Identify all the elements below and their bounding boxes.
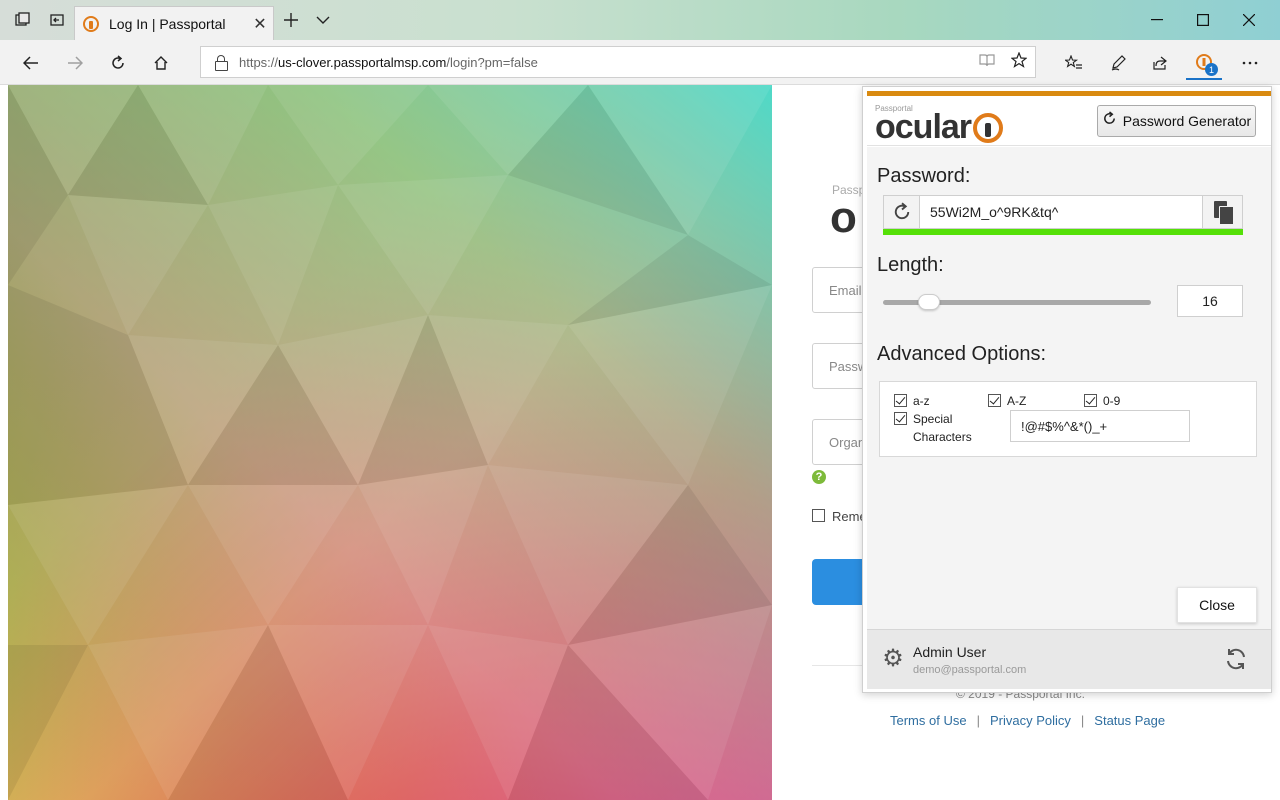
password-generator-label: Password Generator bbox=[1122, 113, 1252, 129]
password-strength-fill bbox=[883, 229, 1243, 235]
address-bar[interactable]: https://us-clover.passportalmsp.com/logi… bbox=[200, 46, 1036, 78]
lock-icon bbox=[215, 55, 228, 71]
tab-close-icon[interactable]: ✕ bbox=[247, 14, 273, 34]
digits-label: 0-9 bbox=[1103, 394, 1121, 408]
set-aside-tabs-icon[interactable] bbox=[40, 0, 74, 40]
special-label-line2: Characters bbox=[913, 430, 972, 444]
footer-links: Terms of Use | Privacy Policy | Status P… bbox=[890, 713, 1165, 728]
refresh-icon[interactable] bbox=[101, 46, 135, 80]
share-icon[interactable] bbox=[1142, 46, 1178, 80]
hero-geometric-image bbox=[8, 85, 772, 800]
special-characters-input[interactable]: !@#$%^&*()_+ bbox=[1010, 410, 1190, 442]
option-digits[interactable]: 0-9 bbox=[1084, 392, 1120, 410]
extension-badge: 1 bbox=[1205, 63, 1218, 76]
back-arrow-icon[interactable] bbox=[14, 46, 48, 80]
option-uppercase[interactable]: A-Z bbox=[988, 392, 1026, 410]
window-close-icon[interactable] bbox=[1226, 0, 1272, 40]
close-button[interactable]: Close bbox=[1177, 587, 1257, 623]
favorite-star-icon[interactable] bbox=[1003, 51, 1035, 72]
url-path: /login?pm=false bbox=[446, 54, 538, 70]
uppercase-label: A-Z bbox=[1007, 394, 1027, 408]
ocular-logo: ocular bbox=[875, 108, 1004, 147]
minimize-icon[interactable] bbox=[1134, 0, 1180, 40]
footer-separator: | bbox=[976, 713, 980, 728]
home-icon[interactable] bbox=[144, 46, 178, 80]
lowercase-label: a-z bbox=[913, 394, 930, 408]
advanced-options-label: Advanced Options: bbox=[877, 343, 1046, 365]
digits-checkbox[interactable] bbox=[1084, 394, 1097, 407]
url-text[interactable]: https://us-clover.passportalmsp.com/logi… bbox=[239, 55, 971, 70]
maximize-icon[interactable] bbox=[1180, 0, 1226, 40]
password-row: 55Wi2M_o^9RK&tq^ bbox=[883, 195, 1243, 229]
user-name: Admin User bbox=[913, 644, 987, 660]
more-options-icon[interactable] bbox=[1232, 46, 1268, 80]
password-label: Password: bbox=[877, 165, 971, 187]
url-prefix: https:// bbox=[239, 54, 279, 70]
popup-body: Password: 55Wi2M_o^9RK&tq^ Length: 16 Ad… bbox=[867, 147, 1271, 629]
special-label-line1: Special bbox=[913, 412, 953, 426]
tab-title: Log In | Passportal bbox=[109, 15, 226, 32]
option-lowercase[interactable]: a-z bbox=[894, 392, 930, 410]
status-page-link[interactable]: Status Page bbox=[1094, 713, 1165, 728]
popup-header: Passportal ocular Password Generator bbox=[867, 96, 1271, 146]
password-value[interactable]: 55Wi2M_o^9RK&tq^ bbox=[920, 204, 1202, 220]
tab-login-passportal[interactable]: Log In | Passportal ✕ bbox=[74, 6, 274, 40]
reading-view-icon[interactable] bbox=[971, 53, 1003, 71]
copy-glyph bbox=[1213, 201, 1234, 225]
sync-icon[interactable] bbox=[1223, 646, 1249, 672]
browser-navbar: https://us-clover.passportalmsp.com/logi… bbox=[0, 40, 1280, 85]
ocular-popup: Passportal ocular Password Generator Pas… bbox=[862, 86, 1272, 693]
password-strength-bar bbox=[883, 229, 1243, 235]
new-tab-icon[interactable] bbox=[274, 0, 308, 40]
privacy-policy-link[interactable]: Privacy Policy bbox=[990, 713, 1071, 728]
pen-notes-icon[interactable] bbox=[1100, 46, 1136, 80]
advanced-options-box: a-z A-Z 0-9 Special Characters !@#$%^&*()… bbox=[879, 381, 1257, 457]
passportal-favicon-icon bbox=[83, 15, 99, 32]
user-email: demo@passportal.com bbox=[913, 664, 1027, 676]
browser-titlebar: Log In | Passportal ✕ bbox=[0, 0, 1280, 40]
option-special-characters[interactable]: Special Characters bbox=[894, 410, 972, 446]
refresh-icon bbox=[1102, 111, 1117, 131]
url-host: us-clover.passportalmsp.com bbox=[278, 54, 447, 70]
organization-placeholder: Organ bbox=[829, 434, 866, 450]
email-placeholder: Email bbox=[829, 282, 862, 298]
length-label: Length: bbox=[877, 254, 944, 276]
password-generator-button[interactable]: Password Generator bbox=[1097, 105, 1256, 137]
help-icon[interactable]: ? bbox=[812, 470, 826, 484]
tab-preview-chevron-down-icon[interactable] bbox=[306, 0, 340, 40]
uppercase-checkbox[interactable] bbox=[988, 394, 1001, 407]
ocular-logo-text: ocular bbox=[875, 108, 972, 146]
popup-footer: ⚙ Admin User demo@passportal.com bbox=[867, 629, 1271, 689]
forward-arrow-icon[interactable] bbox=[58, 46, 92, 80]
special-characters-checkbox[interactable] bbox=[894, 412, 907, 425]
length-input[interactable]: 16 bbox=[1177, 285, 1243, 317]
login-logo: o bbox=[830, 193, 857, 242]
length-slider-thumb[interactable] bbox=[918, 294, 941, 310]
footer-separator: | bbox=[1080, 713, 1085, 728]
lowercase-checkbox[interactable] bbox=[894, 394, 907, 407]
copy-icon[interactable] bbox=[1202, 196, 1242, 228]
tab-actions-icon[interactable] bbox=[6, 0, 40, 40]
gear-icon[interactable]: ⚙ bbox=[881, 647, 905, 671]
favorites-list-icon[interactable] bbox=[1056, 46, 1092, 80]
ocular-extension-icon[interactable]: 1 bbox=[1186, 46, 1222, 80]
regenerate-icon[interactable] bbox=[884, 196, 920, 228]
remember-checkbox[interactable] bbox=[812, 509, 825, 522]
terms-of-use-link[interactable]: Terms of Use bbox=[890, 713, 967, 728]
special-characters-label: Special Characters bbox=[913, 410, 972, 446]
ocular-ring-icon bbox=[973, 112, 1004, 143]
